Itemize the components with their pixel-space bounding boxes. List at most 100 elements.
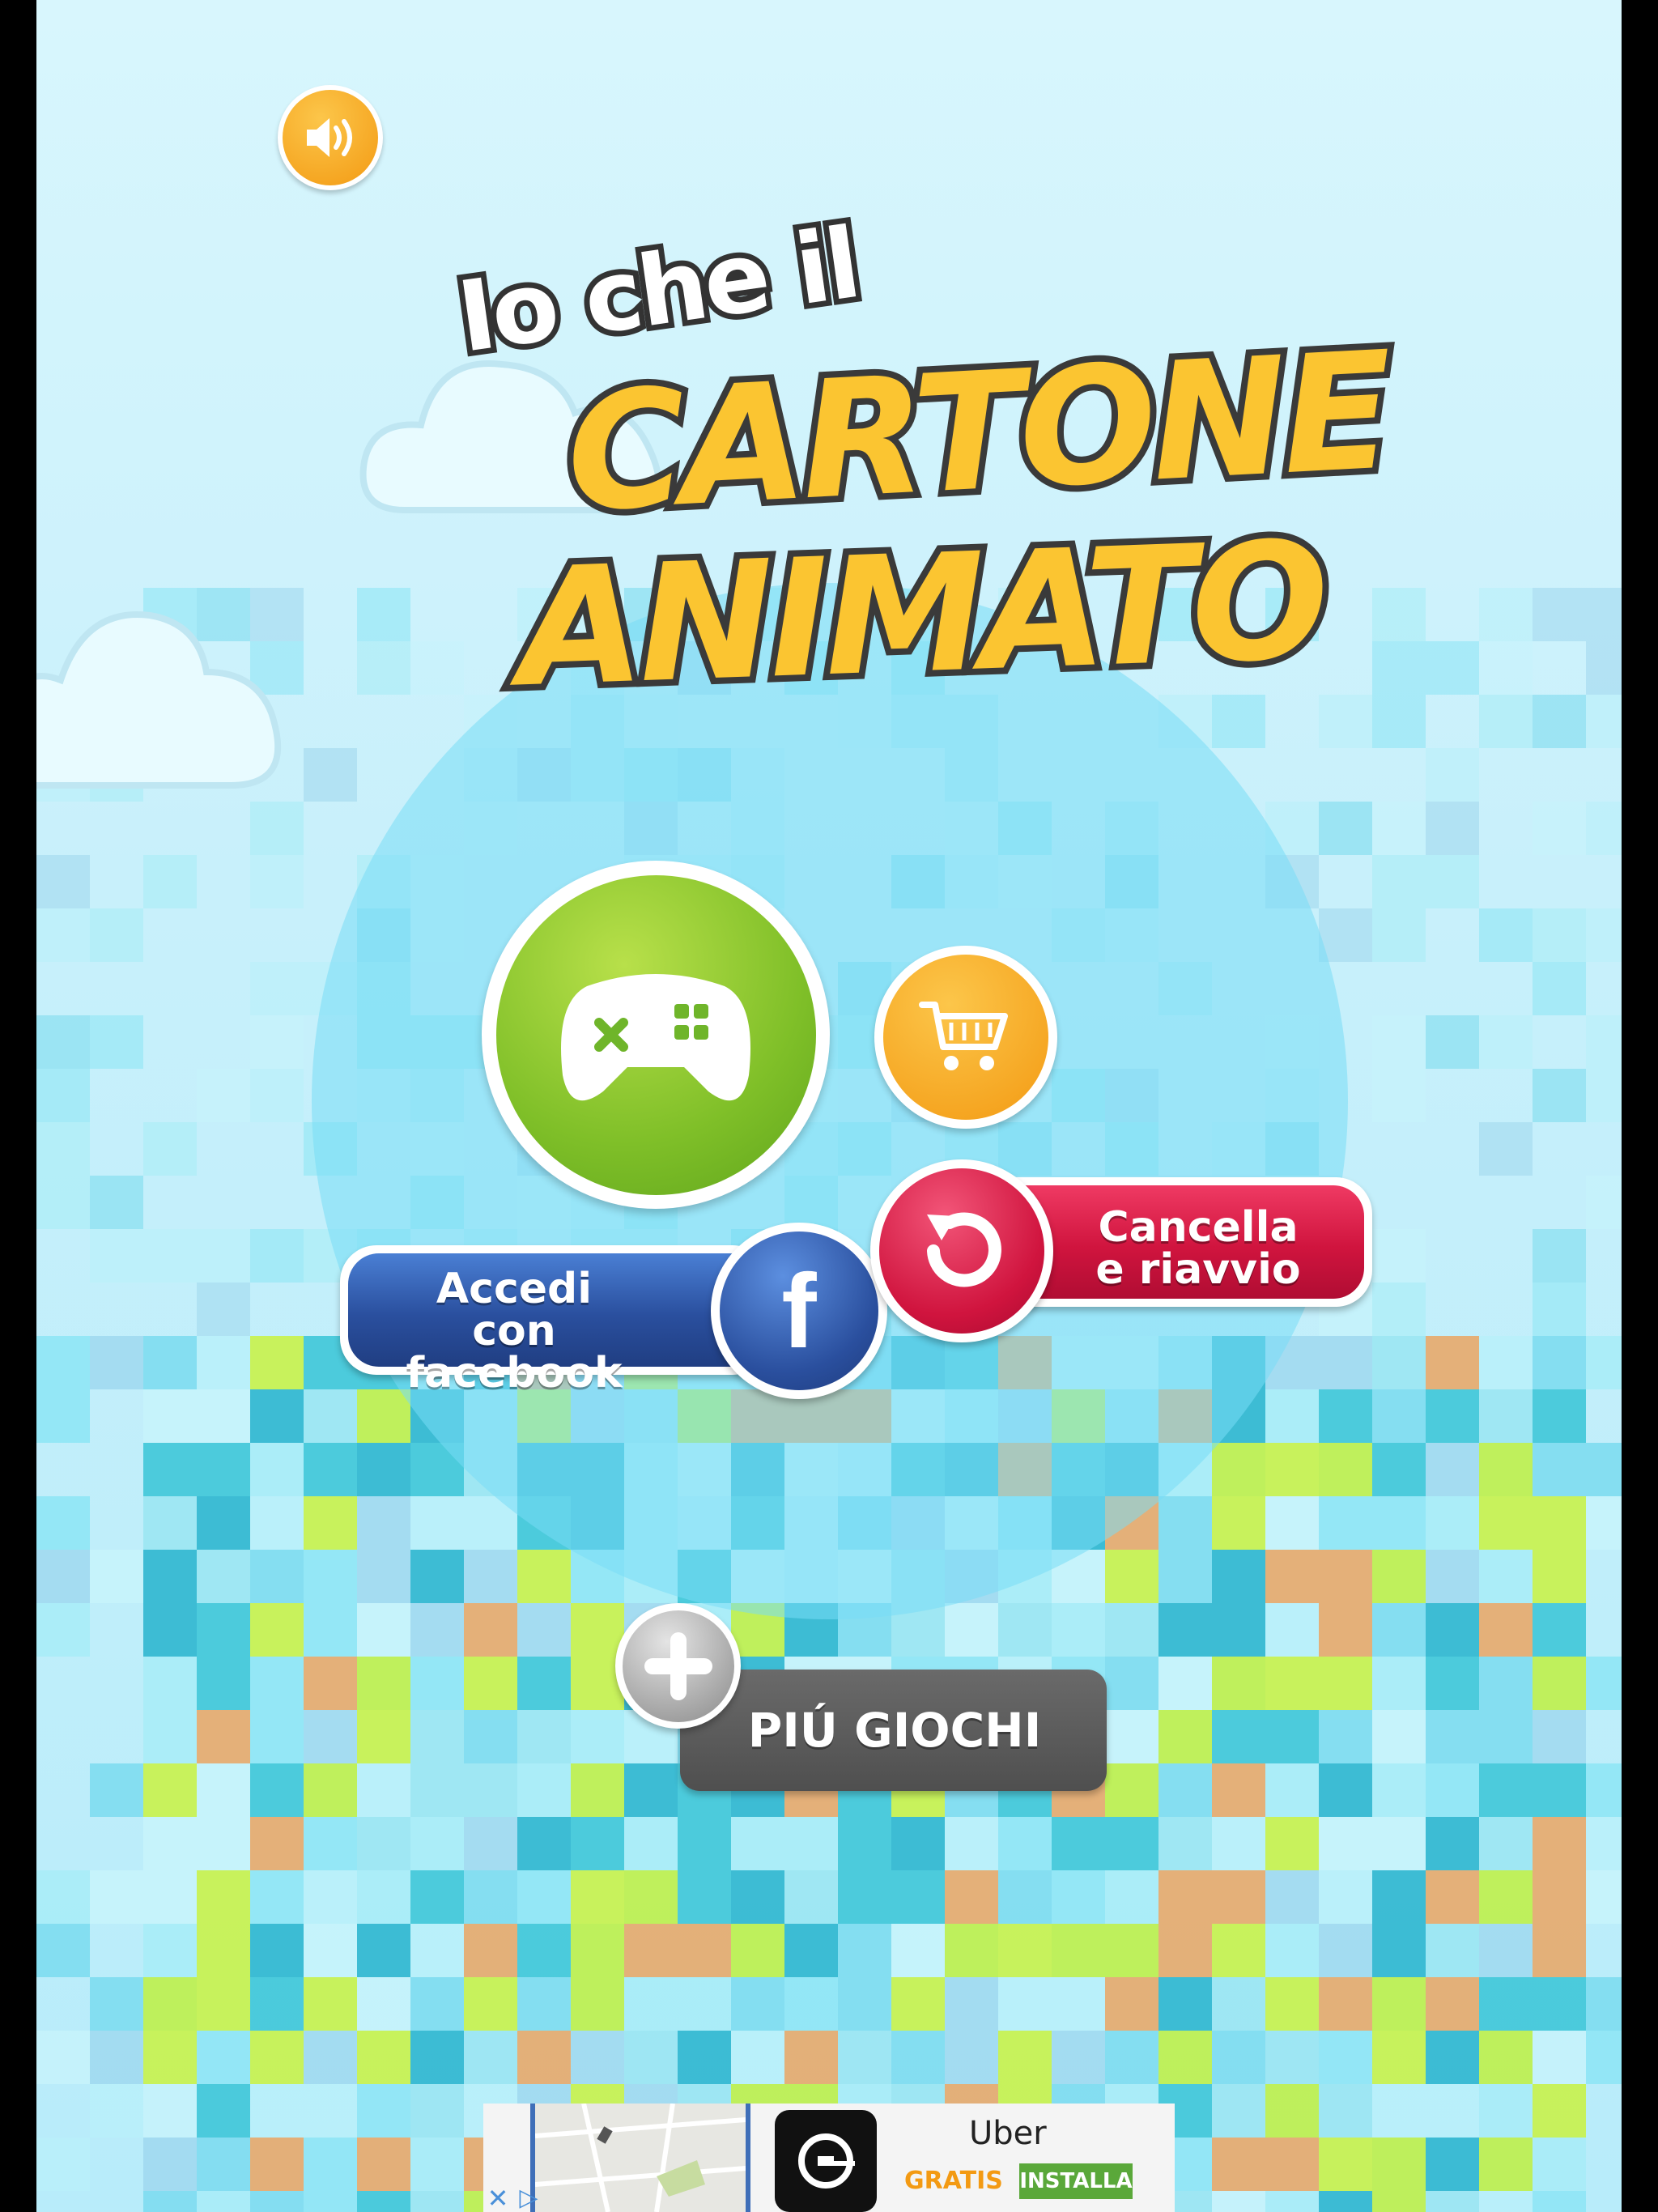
background-pixel xyxy=(250,1763,304,1817)
more-games-button[interactable]: PIÚ GIOCHI xyxy=(579,1603,1113,1797)
background-pixel xyxy=(1586,2031,1622,2084)
sound-button[interactable] xyxy=(278,85,383,190)
background-pixel xyxy=(464,1657,517,1710)
background-pixel xyxy=(250,1229,304,1283)
background-pixel xyxy=(357,641,410,695)
background-pixel xyxy=(1479,1015,1533,1069)
background-pixel xyxy=(250,1443,304,1496)
play-button-face xyxy=(495,874,816,1195)
background-circle xyxy=(312,583,1348,1619)
background-pixel xyxy=(410,2084,464,2138)
background-pixel xyxy=(410,2191,464,2212)
ad-banner[interactable]: ✕ ▷ Uber GRATIS INSTALLA xyxy=(483,2104,1175,2212)
background-pixel xyxy=(1265,2031,1319,2084)
background-pixel xyxy=(1212,1924,1265,1977)
background-pixel xyxy=(1533,2138,1586,2191)
background-pixel xyxy=(357,2138,410,2191)
ad-install-button[interactable]: INSTALLA xyxy=(1019,2163,1133,2199)
background-pixel xyxy=(304,1817,357,1870)
background-pixel xyxy=(357,2191,410,2212)
background-pixel xyxy=(357,1870,410,1924)
background-pixel xyxy=(784,1817,838,1870)
background-pixel xyxy=(1426,1496,1479,1550)
background-pixel xyxy=(1586,588,1622,641)
background-pixel xyxy=(143,1389,197,1443)
background-pixel xyxy=(357,1657,410,1710)
facebook-badge-face: f xyxy=(720,1231,878,1390)
sound-button-face xyxy=(283,90,378,185)
reset-badge-face xyxy=(879,1168,1044,1334)
background-pixel xyxy=(36,1924,90,1977)
background-pixel xyxy=(891,1924,945,1977)
cloud-left xyxy=(36,611,282,789)
background-pixel xyxy=(1479,1763,1533,1817)
background-pixel xyxy=(1158,1977,1212,2031)
background-pixel xyxy=(1533,908,1586,962)
background-pixel xyxy=(1426,1763,1479,1817)
background-pixel xyxy=(90,1336,143,1389)
background-pixel xyxy=(1479,588,1533,641)
background-pixel xyxy=(1052,1817,1105,1870)
background-pixel xyxy=(1586,1870,1622,1924)
background-pixel xyxy=(357,1977,410,2031)
background-pixel xyxy=(838,1817,891,1870)
background-pixel xyxy=(1586,1657,1622,1710)
background-pixel xyxy=(1372,1550,1426,1603)
background-pixel xyxy=(1105,2031,1158,2084)
play-button[interactable] xyxy=(482,861,830,1209)
background-pixel xyxy=(945,1924,998,1977)
background-pixel xyxy=(1586,908,1622,962)
ad-close-icon[interactable]: ✕ xyxy=(483,2184,512,2212)
background-pixel xyxy=(1426,1336,1479,1389)
background-pixel xyxy=(1319,1763,1372,1817)
background-pixel xyxy=(250,2138,304,2191)
background-pixel xyxy=(1319,802,1372,855)
background-pixel xyxy=(1319,1870,1372,1924)
background-pixel xyxy=(571,1817,624,1870)
background-pixel xyxy=(304,1496,357,1550)
background-pixel xyxy=(1372,1389,1426,1443)
background-pixel xyxy=(36,1550,90,1603)
plus-badge-face xyxy=(622,1610,734,1722)
background-pixel xyxy=(304,1443,357,1496)
background-pixel xyxy=(1479,908,1533,962)
background-pixel xyxy=(1212,1763,1265,1817)
background-pixel xyxy=(1533,2191,1586,2212)
background-pixel xyxy=(1372,2191,1426,2212)
background-pixel xyxy=(304,1550,357,1603)
shop-button[interactable] xyxy=(874,946,1057,1129)
background-pixel xyxy=(517,1977,571,2031)
background-pixel xyxy=(838,2031,891,2084)
background-pixel xyxy=(1533,1229,1586,1283)
background-pixel xyxy=(1372,1496,1426,1550)
background-pixel xyxy=(304,1924,357,1977)
background-pixel xyxy=(90,908,143,962)
background-pixel xyxy=(143,1550,197,1603)
facebook-login-button[interactable]: Accedi con facebook f xyxy=(340,1223,891,1401)
background-pixel xyxy=(1372,855,1426,908)
background-pixel xyxy=(571,1870,624,1924)
ad-choices-icon[interactable]: ▷ xyxy=(514,2184,543,2212)
background-pixel xyxy=(1158,1924,1212,1977)
background-pixel xyxy=(1372,1924,1426,1977)
background-pixel xyxy=(197,1817,250,1870)
background-pixel xyxy=(678,2031,731,2084)
background-pixel xyxy=(1105,1817,1158,1870)
background-pixel xyxy=(1265,2191,1319,2212)
background-pixel xyxy=(1533,1870,1586,1924)
background-pixel xyxy=(357,1763,410,1817)
background-pixel xyxy=(1212,1550,1265,1603)
background-pixel xyxy=(357,1550,410,1603)
background-pixel xyxy=(464,1763,517,1817)
background-pixel xyxy=(1586,1176,1622,1229)
background-pixel xyxy=(197,1389,250,1443)
background-pixel xyxy=(1426,1603,1479,1657)
background-pixel xyxy=(1372,2138,1426,2191)
background-pixel xyxy=(197,1977,250,2031)
reset-button[interactable]: Cancella e riavvio xyxy=(870,1159,1388,1346)
background-pixel xyxy=(410,1496,464,1550)
background-pixel xyxy=(678,1924,731,1977)
background-pixel xyxy=(1586,1069,1622,1122)
background-pixel xyxy=(36,855,90,908)
background-pixel xyxy=(1479,1977,1533,2031)
